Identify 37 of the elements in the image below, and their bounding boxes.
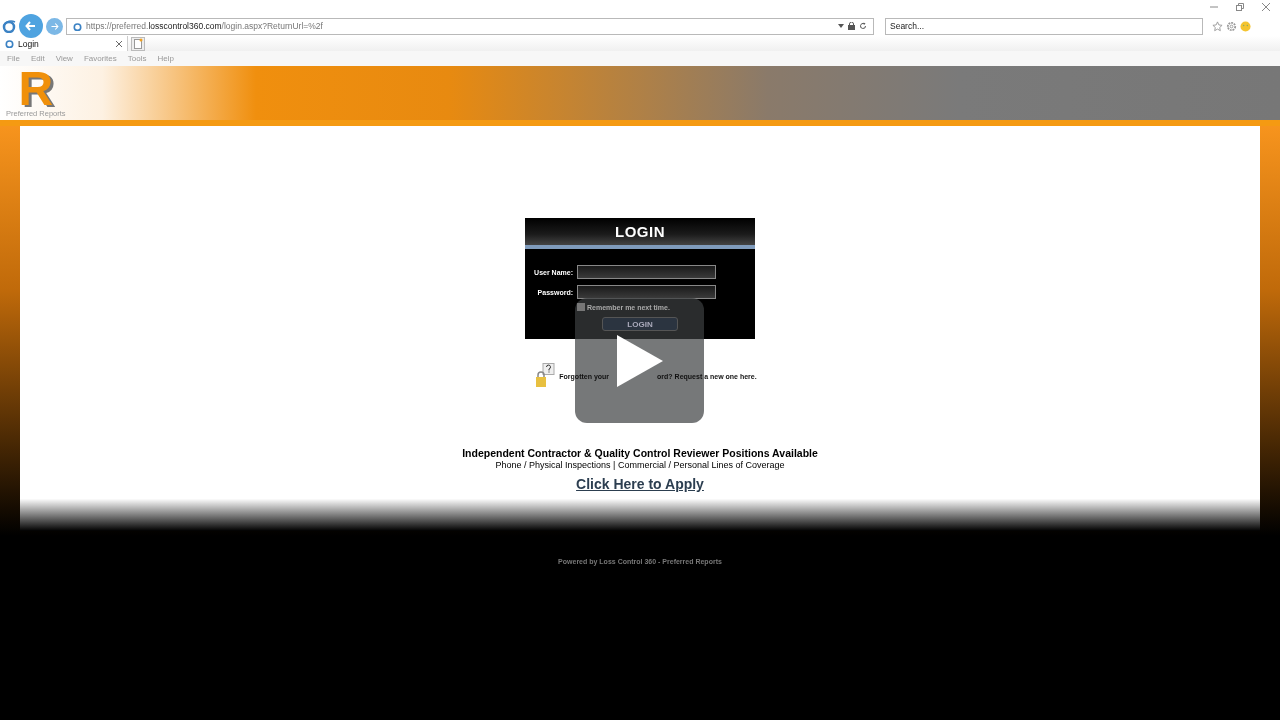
login-button[interactable]: LOGIN — [602, 317, 678, 331]
menu-item[interactable]: View — [55, 54, 73, 63]
page-icon — [5, 39, 14, 48]
checkbox[interactable] — [577, 303, 585, 311]
menu-item[interactable]: Edit — [30, 54, 45, 63]
apply-link[interactable]: Click Here to Apply — [576, 476, 704, 492]
menu-item[interactable]: Favorites — [83, 54, 117, 63]
smiley-icon[interactable] — [1240, 20, 1251, 32]
url-text: https://preferred.losscontrol360.com/login.aspx?ReturnUrl=%2f — [86, 21, 324, 31]
menu-item[interactable]: Help — [157, 54, 174, 63]
logo-letter: R — [18, 68, 54, 109]
close-icon[interactable] — [116, 40, 122, 47]
search-field[interactable]: Search... — [885, 17, 1203, 35]
lock-icon — [848, 22, 855, 30]
back-arrow-icon — [25, 20, 37, 32]
refresh-icon[interactable] — [859, 22, 867, 30]
promo-subheading: Phone / Physical Inspections | Commercial / Personal Lines of Coverage — [495, 460, 785, 470]
page-icon — [73, 21, 82, 31]
forward-arrow-icon — [50, 21, 59, 31]
new-tab-icon[interactable] — [131, 37, 145, 51]
menu-item[interactable]: File — [7, 54, 20, 63]
forward-button[interactable] — [46, 17, 63, 35]
star-icon[interactable] — [1212, 20, 1223, 32]
promo-heading: Independent Contractor & Quality Control Reviewer Positions Available — [462, 447, 818, 459]
back-button[interactable] — [19, 14, 43, 38]
input-field[interactable] — [577, 265, 716, 279]
close-icon[interactable] — [1262, 3, 1270, 11]
lock-question-icon — [535, 363, 556, 389]
address-bar[interactable]: https://preferred.losscontrol360.com/login.aspx?ReturnUrl=%2f — [66, 17, 874, 35]
restore-icon[interactable] — [1236, 3, 1244, 11]
browser-tab[interactable]: Login — [0, 36, 128, 51]
input-field[interactable] — [577, 285, 716, 299]
menu-item[interactable]: Tools — [127, 54, 147, 63]
settings-icon[interactable] — [1226, 20, 1237, 32]
browser-logo-icon — [2, 19, 16, 33]
login-title: LOGIN — [525, 218, 755, 249]
dropdown-caret-icon[interactable] — [838, 24, 844, 28]
